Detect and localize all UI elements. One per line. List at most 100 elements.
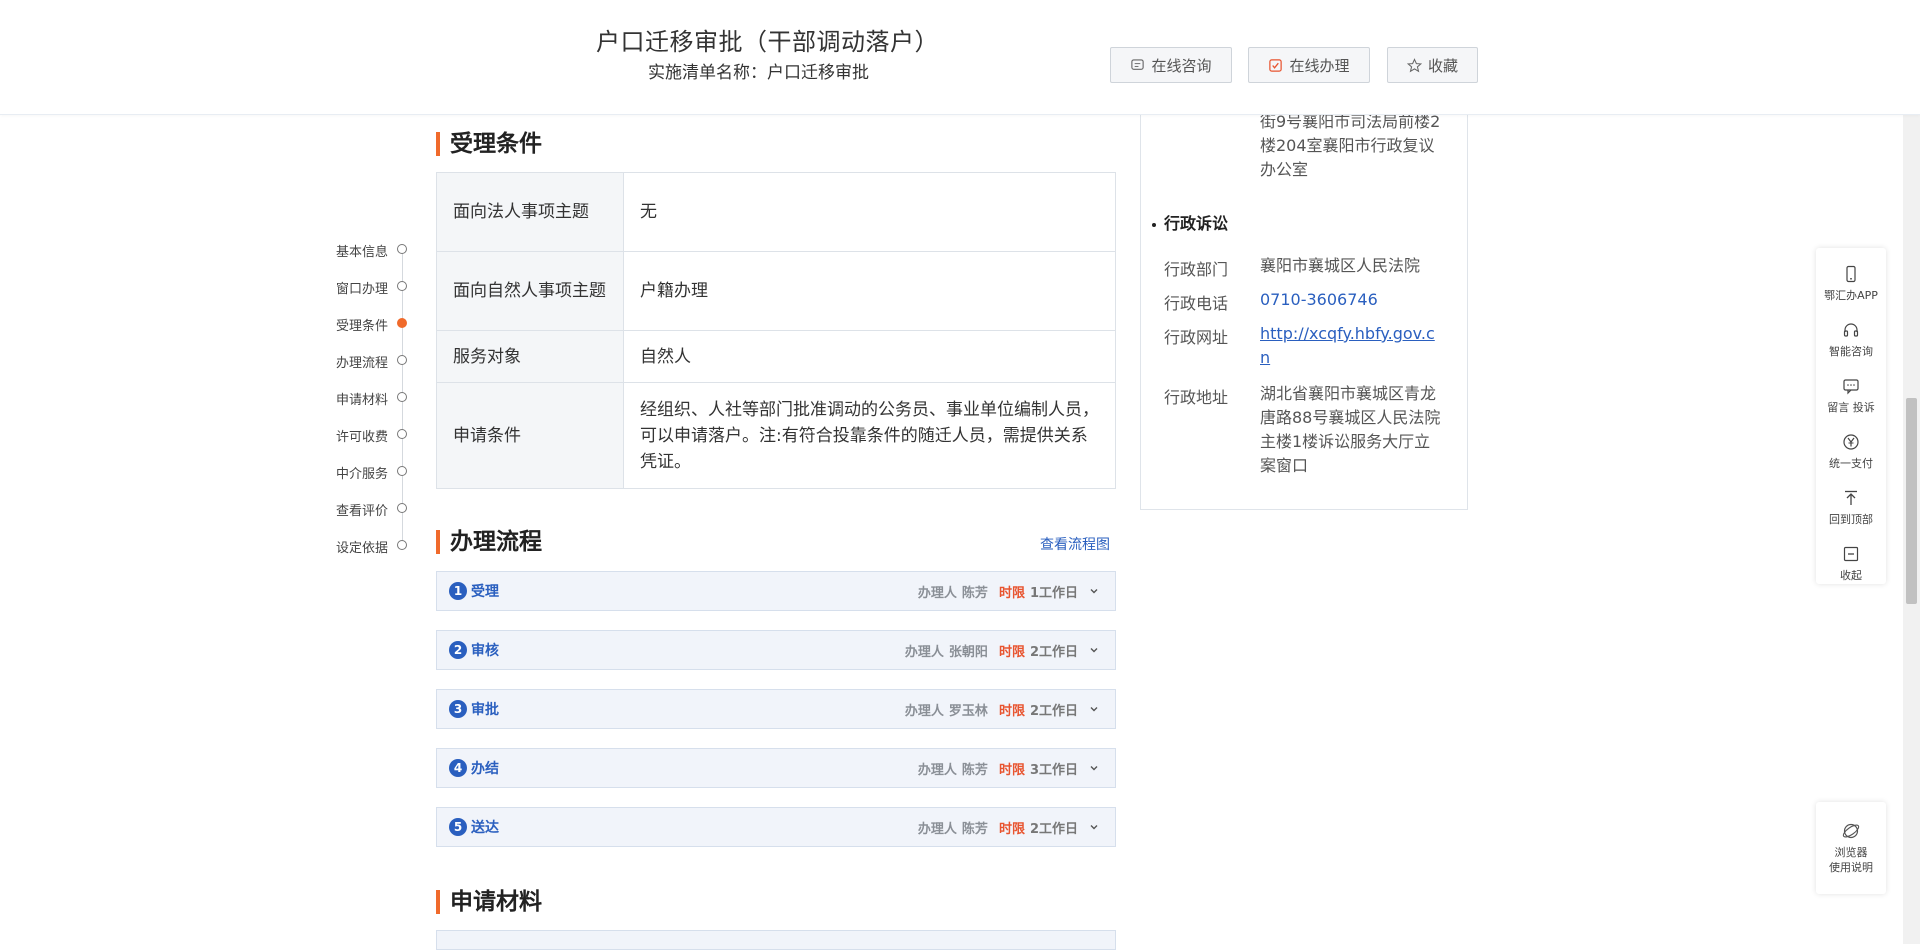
headset-icon <box>1843 323 1859 337</box>
litigation-phone-label: 行政电话 <box>1164 294 1229 313</box>
table-row: 服务对象 自然人 <box>436 330 1116 383</box>
nav-dot <box>397 503 407 513</box>
nav-dot <box>397 281 407 291</box>
chevron-down-icon <box>1090 825 1098 830</box>
checkbox-icon <box>1269 58 1283 72</box>
flow-step[interactable]: 3 审批 办理人 罗玉林 时限 2工作日 <box>436 689 1116 729</box>
flow-step[interactable]: 5 送达 办理人 陈芳 时限 2工作日 <box>436 807 1116 847</box>
scrollbar-thumb[interactable] <box>1906 398 1917 604</box>
nav-item-fees[interactable]: 许可收费 <box>330 425 407 445</box>
unified-pay-button[interactable]: 统一支付 <box>1816 424 1886 480</box>
yen-icon <box>1843 434 1859 450</box>
step-number: 5 <box>449 818 467 836</box>
nav-item-basic-info[interactable]: 基本信息 <box>330 240 407 260</box>
page-title: 户口迁移审批（干部调动落户） <box>596 28 939 56</box>
ai-consult-button[interactable]: 智能咨询 <box>1816 312 1886 368</box>
flow-step[interactable]: 1 受理 办理人 陈芳 时限 1工作日 <box>436 571 1116 611</box>
row-value: 户籍办理 <box>623 251 1116 331</box>
step-number: 2 <box>449 641 467 659</box>
litigation-url-link[interactable]: http://xcqfy.hbfy.gov.cn <box>1260 322 1440 370</box>
litigation-url-label: 行政网址 <box>1164 328 1229 347</box>
favorite-label: 收藏 <box>1427 56 1458 75</box>
chevron-down-icon <box>1090 707 1098 712</box>
browser-icon <box>1842 823 1860 839</box>
row-value: 自然人 <box>623 330 1116 383</box>
step-days: 2工作日 <box>1029 644 1078 660</box>
row-value: 经组织、人社等部门批准调动的公务员、事业单位编制人员，可以申请落户。注:有符合投… <box>623 382 1116 489</box>
step-meta: 办理人 罗玉林 时限 2工作日 <box>905 700 1099 719</box>
litigation-address-label: 行政地址 <box>1164 388 1229 407</box>
online-handle-button[interactable]: 在线办理 <box>1248 47 1370 83</box>
table-row: 申请条件 经组织、人社等部门批准调动的公务员、事业单位编制人员，可以申请落户。注… <box>436 382 1116 489</box>
review-address-tail: 街9号襄阳市司法局前楼2楼204室襄阳市行政复议办公室 <box>1260 112 1441 179</box>
online-handle-label: 在线办理 <box>1289 56 1350 75</box>
message-complaint-button[interactable]: 留言 投诉 <box>1816 368 1886 424</box>
row-key: 服务对象 <box>436 330 624 383</box>
arrow-up-icon <box>1845 490 1857 505</box>
browser-guide-button[interactable]: 浏览器 使用说明 <box>1816 802 1886 894</box>
chevron-down-icon <box>1090 648 1098 653</box>
nav-dot <box>397 466 407 476</box>
step-name: 送达 <box>471 820 499 836</box>
step-person: 罗玉林 <box>948 703 988 719</box>
step-name: 受理 <box>471 584 499 600</box>
step-name: 审批 <box>471 702 499 718</box>
flow-title: 办理流程 <box>436 530 542 554</box>
nav-item-reviews[interactable]: 查看评价 <box>330 499 407 519</box>
litigation-phone-value[interactable]: 0710-3606746 <box>1260 288 1446 312</box>
step-days: 1工作日 <box>1029 585 1078 601</box>
view-flowchart-link[interactable]: 查看流程图 <box>1040 534 1110 554</box>
nav-dot <box>397 355 407 365</box>
flow-step[interactable]: 2 审核 办理人 张朝阳 时限 2工作日 <box>436 630 1116 670</box>
step-days: 3工作日 <box>1029 762 1078 778</box>
chevron-down-icon <box>1090 766 1098 771</box>
back-to-top-button[interactable]: 回到顶部 <box>1816 480 1886 536</box>
nav-item-materials[interactable]: 申请材料 <box>330 388 407 408</box>
nav-item-window[interactable]: 窗口办理 <box>330 277 407 297</box>
page-header: 户口迁移审批（干部调动落户） 实施清单名称：户口迁移审批 在线咨询 在线办理 收… <box>0 0 1920 115</box>
step-number: 4 <box>449 759 467 777</box>
step-number: 1 <box>449 582 467 600</box>
collapse-icon <box>1843 546 1859 562</box>
favorite-button[interactable]: 收藏 <box>1387 47 1478 83</box>
conditions-table: 面向法人事项主题 无 面向自然人事项主题 户籍办理 服务对象 自然人 申请条件 … <box>436 172 1116 489</box>
litigation-address-value: 湖北省襄阳市襄城区青龙唐路88号襄城区人民法院主楼1楼诉讼服务大厅立案窗口 <box>1260 384 1441 475</box>
collapse-button[interactable]: 收起 <box>1816 536 1886 592</box>
chevron-down-icon <box>1090 589 1098 594</box>
step-days: 2工作日 <box>1029 821 1078 837</box>
row-key: 面向法人事项主题 <box>436 172 624 252</box>
nav-item-basis[interactable]: 设定依据 <box>330 536 407 556</box>
app-tool-button[interactable]: 鄂汇办APP <box>1816 256 1886 312</box>
flow-step[interactable]: 4 办结 办理人 陈芳 时限 3工作日 <box>436 748 1116 788</box>
nav-item-conditions[interactable]: 受理条件 <box>330 314 407 334</box>
materials-title: 申请材料 <box>436 890 542 914</box>
nav-item-flow[interactable]: 办理流程 <box>330 351 407 371</box>
step-name: 审核 <box>471 643 499 659</box>
chat-icon <box>1131 58 1145 70</box>
star-icon <box>1406 57 1422 72</box>
step-person: 陈芳 <box>961 762 988 778</box>
nav-dot <box>397 392 407 402</box>
table-row: 面向自然人事项主题 户籍办理 <box>436 251 1116 331</box>
litigation-dept-label: 行政部门 <box>1164 260 1229 279</box>
nav-dot-active <box>397 318 407 328</box>
step-meta: 办理人 张朝阳 时限 2工作日 <box>905 641 1099 660</box>
nav-item-agency[interactable]: 中介服务 <box>330 462 407 482</box>
step-meta: 办理人 陈芳 时限 2工作日 <box>918 818 1099 837</box>
step-person: 陈芳 <box>961 585 988 601</box>
phone-icon <box>1846 265 1856 283</box>
nav-dot <box>397 244 407 254</box>
table-row: 面向法人事项主题 无 <box>436 172 1116 252</box>
step-name: 办结 <box>471 761 499 777</box>
row-value: 无 <box>623 172 1116 252</box>
step-days: 2工作日 <box>1029 703 1078 719</box>
step-number: 3 <box>449 700 467 718</box>
litigation-dept-value: 襄阳市襄城区人民法院 <box>1260 256 1421 275</box>
online-consult-label: 在线咨询 <box>1151 56 1212 75</box>
materials-first-item[interactable] <box>436 930 1116 950</box>
step-person: 陈芳 <box>961 821 988 837</box>
message-icon <box>1843 379 1859 395</box>
litigation-title: 行政诉讼 <box>1152 210 1228 234</box>
online-consult-button[interactable]: 在线咨询 <box>1110 47 1232 83</box>
step-person: 张朝阳 <box>948 644 988 660</box>
